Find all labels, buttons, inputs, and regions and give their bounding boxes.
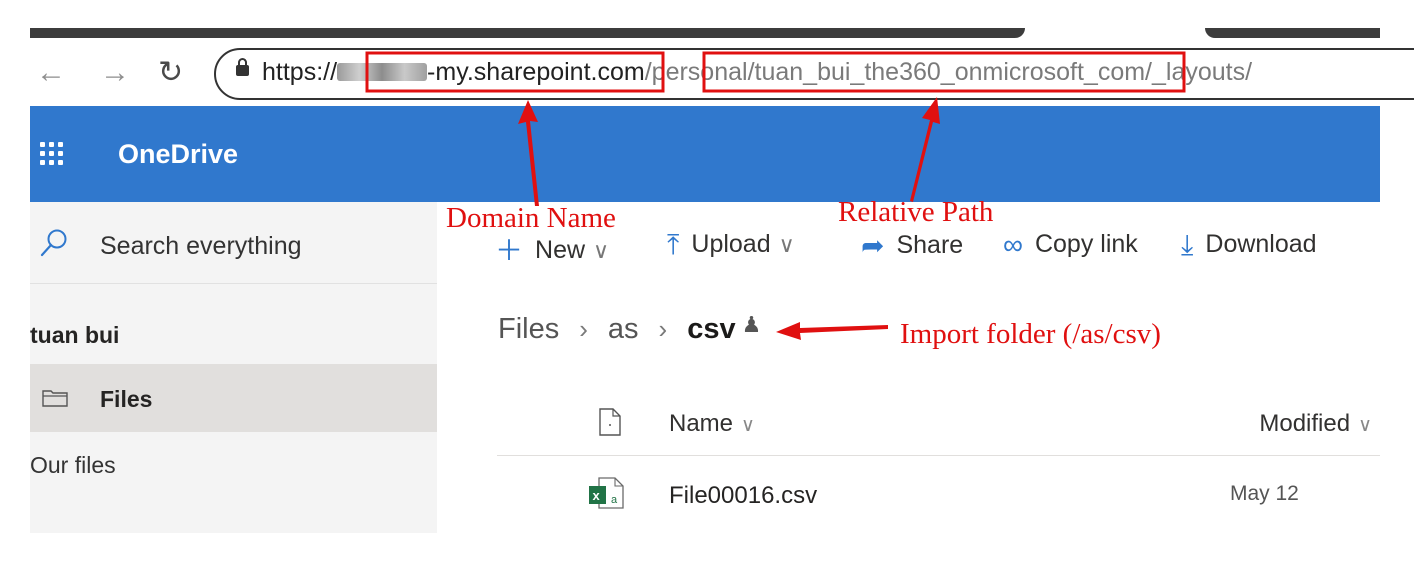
- plus-icon: ＋: [495, 235, 524, 266]
- search-box[interactable]: Search everything: [30, 202, 437, 284]
- file-modified-date: May 12: [1230, 482, 1299, 505]
- column-header-name[interactable]: Name ∨: [669, 410, 755, 438]
- new-button-label: New: [535, 236, 586, 264]
- upload-button-label: Upload: [691, 230, 771, 258]
- breadcrumb-item-csv: csv: [687, 313, 736, 345]
- share-icon: ➦: [861, 230, 885, 261]
- annotation-relative-path: Relative Path: [838, 196, 994, 228]
- file-list-header: Name ∨ Modified ∨: [497, 392, 1380, 456]
- new-button[interactable]: ＋ New ∨: [495, 229, 609, 269]
- forward-arrow-icon[interactable]: →: [100, 56, 130, 90]
- nav-item-our-files[interactable]: Our files: [30, 452, 116, 479]
- file-name[interactable]: File00016.csv: [669, 482, 817, 510]
- annotation-import-folder: Import folder (/as/csv): [900, 318, 1161, 350]
- excel-csv-file-icon: a x: [589, 477, 624, 509]
- column-header-modified[interactable]: Modified ∨: [1259, 410, 1372, 438]
- back-arrow-icon[interactable]: ←: [36, 56, 66, 90]
- app-title[interactable]: OneDrive: [118, 139, 238, 170]
- user-name: tuan bui: [30, 322, 120, 348]
- suite-header: OneDrive: [30, 106, 1380, 202]
- column-header-name-label: Name: [669, 410, 734, 437]
- lock-icon: [236, 58, 249, 76]
- browser-tab-strip: [0, 0, 1414, 48]
- chevron-down-icon: ∨: [1358, 415, 1372, 436]
- download-button-label: Download: [1205, 230, 1317, 258]
- left-navigation: Search everything tuan bui Files Our fil…: [30, 202, 437, 533]
- svg-text:x: x: [593, 488, 601, 503]
- svg-text:a: a: [611, 494, 618, 506]
- url-path: /personal/tuan_bui_the360_onmicrosoft_co…: [644, 58, 1253, 86]
- copy-link-button[interactable]: ∞ Copy link: [1003, 229, 1138, 261]
- browser-tab[interactable]: [1205, 28, 1380, 38]
- breadcrumb-item-files[interactable]: Files: [498, 313, 559, 345]
- table-row[interactable]: a x File00016.csv May 12: [497, 456, 1380, 532]
- import-folder-arrow: [776, 322, 888, 340]
- nav-item-files-label: Files: [100, 386, 153, 412]
- chevron-down-icon: ∨: [593, 238, 610, 263]
- breadcrumb-separator-icon: ›: [579, 314, 588, 344]
- browser-toolbar: ← → ↻ https:// -my.sharepoint.com/persona…: [0, 48, 1414, 106]
- download-button[interactable]: ⤓ Download: [1181, 229, 1317, 262]
- shared-person-icon[interactable]: ♟: [742, 312, 762, 338]
- browser-tab[interactable]: [30, 28, 1025, 38]
- download-arrow-icon: ⤓: [1181, 229, 1194, 260]
- annotation-domain-name: Domain Name: [446, 202, 616, 234]
- breadcrumb-item-as[interactable]: as: [608, 313, 639, 345]
- column-header-modified-label: Modified: [1259, 410, 1351, 437]
- url-scheme: https://: [262, 58, 338, 86]
- url-text[interactable]: https:// -my.sharepoint.com/personal/tuan…: [262, 56, 1252, 88]
- copy-link-button-label: Copy link: [1034, 230, 1138, 258]
- breadcrumb-separator-icon: ›: [658, 314, 668, 344]
- search-placeholder: Search everything: [100, 232, 302, 260]
- upload-button[interactable]: ⤒ Upload ∨: [667, 229, 795, 262]
- folder-icon: [42, 390, 68, 407]
- share-button-label: Share: [896, 231, 964, 259]
- app-launcher-icon[interactable]: [38, 140, 64, 166]
- breadcrumb: Files › as › csv ♟: [498, 312, 761, 346]
- file-type-icon[interactable]: [599, 408, 621, 436]
- reload-icon[interactable]: ↻: [158, 56, 183, 90]
- chevron-down-icon: ∨: [741, 415, 755, 436]
- chevron-down-icon: ∨: [778, 232, 795, 257]
- nav-item-files[interactable]: Files: [30, 364, 437, 432]
- search-icon: [40, 229, 67, 257]
- url-domain: -my.sharepoint.com: [427, 58, 645, 86]
- upload-arrow-icon: ⤒: [667, 229, 680, 260]
- link-icon: ∞: [1003, 229, 1023, 260]
- redacted-domain-blur: [337, 63, 428, 81]
- share-button[interactable]: ➦ Share: [861, 229, 963, 262]
